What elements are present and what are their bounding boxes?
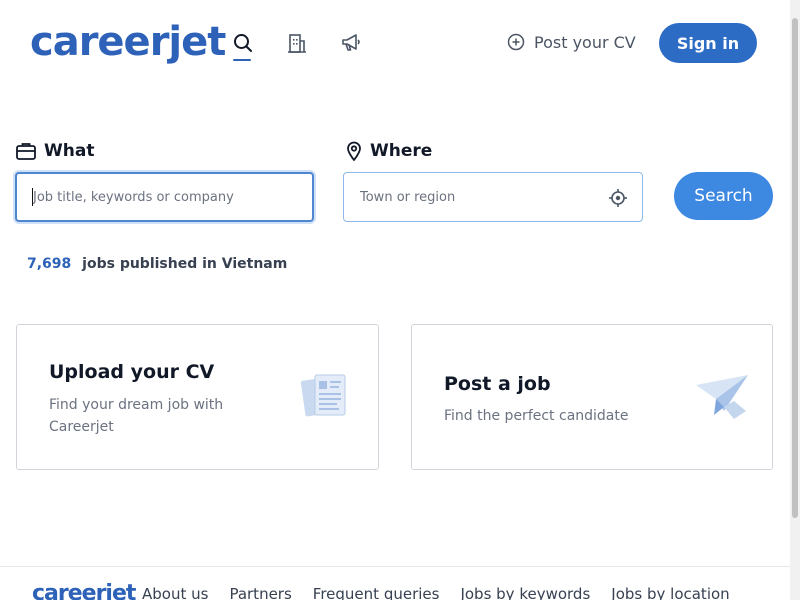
post-cv-link[interactable]: Post your CV: [506, 32, 636, 52]
building-icon: [288, 34, 306, 53]
briefcase-icon: [16, 143, 36, 160]
locate-me-icon[interactable]: [608, 188, 628, 213]
sign-in-button[interactable]: Sign in: [659, 23, 757, 63]
where-input[interactable]: [360, 189, 642, 205]
what-label-text: What: [44, 141, 95, 161]
where-label: Where: [346, 141, 432, 161]
page-scrollbar[interactable]: [790, 0, 800, 600]
footer: careerjet About us Partners Frequent que…: [0, 566, 800, 600]
post-job-title: Post a job: [444, 373, 551, 395]
upload-cv-desc: Find your dream job with Careerjet: [49, 397, 224, 435]
job-count-text: jobs published in Vietnam: [82, 256, 288, 272]
megaphone-icon: [342, 34, 360, 51]
search-button[interactable]: Search: [674, 172, 773, 220]
plus-circle-icon: [507, 33, 525, 51]
footer-link-jobs-by-keywords[interactable]: Jobs by keywords: [460, 585, 590, 600]
footer-link-jobs-by-location[interactable]: Jobs by location: [611, 585, 729, 600]
footer-links: About us Partners Frequent queries Jobs …: [142, 585, 730, 600]
post-job-desc: Find the perfect candidate: [444, 408, 629, 424]
search-icon: [234, 34, 252, 52]
post-cv-label: Post your CV: [534, 32, 636, 52]
careerjet-logo[interactable]: careerjet: [30, 14, 226, 70]
location-pin-icon: [347, 141, 361, 161]
footer-link-partners[interactable]: Partners: [229, 585, 291, 600]
footer-logo[interactable]: careerjet: [32, 581, 136, 600]
scrollbar-thumb[interactable]: [792, 18, 798, 518]
nav-advertise-icon[interactable]: [339, 32, 363, 60]
nav-companies-icon[interactable]: [285, 32, 309, 60]
upload-cv-card[interactable]: Upload your CV Find your dream job with …: [16, 324, 379, 470]
job-count-number[interactable]: 7,698: [27, 256, 71, 272]
where-label-text: Where: [370, 141, 433, 161]
what-field[interactable]: [15, 172, 314, 222]
nav-search-icon[interactable]: [231, 32, 255, 61]
footer-link-frequent-queries[interactable]: Frequent queries: [313, 585, 440, 600]
paper-plane-icon: [694, 371, 754, 432]
what-input[interactable]: [33, 189, 312, 205]
post-job-card[interactable]: Post a job Find the perfect candidate: [411, 324, 773, 470]
what-label: What: [16, 141, 94, 161]
where-field[interactable]: [343, 172, 643, 222]
footer-link-about[interactable]: About us: [142, 585, 208, 600]
cv-document-icon: [299, 371, 355, 432]
text-caret: [32, 188, 33, 206]
job-count: 7,698 jobs published in Vietnam: [27, 256, 287, 272]
upload-cv-title: Upload your CV: [49, 361, 215, 383]
